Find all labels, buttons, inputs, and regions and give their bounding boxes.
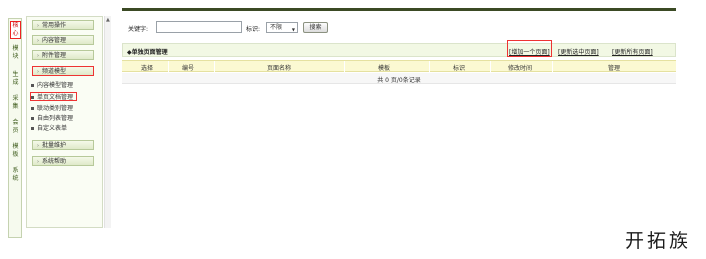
sub-item-label: 自由列表管理 bbox=[37, 115, 74, 122]
sub-item-label: 内容模型管理 bbox=[37, 82, 74, 89]
search-button[interactable]: 搜索 bbox=[303, 22, 328, 33]
top-bar bbox=[0, 0, 706, 13]
sub-item-label: 自定义表单 bbox=[37, 125, 68, 132]
panel-title: ◆单独页面管理 bbox=[127, 49, 168, 56]
watermark-text: 开拓族 bbox=[625, 230, 692, 252]
tab-collect[interactable]: 采集 bbox=[10, 95, 21, 111]
column-header: 页面名称 bbox=[266, 65, 291, 72]
chevron-right-icon: › bbox=[37, 23, 39, 29]
chevron-down-icon: ▼ bbox=[291, 27, 295, 32]
update-all-link[interactable]: [更新所有页面] bbox=[612, 47, 653, 56]
chevron-down-icon: › bbox=[37, 69, 39, 75]
menu-common-ops[interactable]: › 常用操作 bbox=[32, 20, 94, 30]
bullet-icon bbox=[31, 127, 34, 130]
bullet-icon bbox=[31, 96, 34, 99]
attr-select[interactable]: 不限 ▼ bbox=[266, 22, 298, 33]
bullet-icon bbox=[31, 84, 34, 87]
attr-label: 标识: bbox=[246, 26, 261, 33]
table-empty-row: 共 0 页/0条记录 bbox=[122, 73, 676, 84]
chevron-right-icon: › bbox=[37, 143, 39, 149]
update-selected-link[interactable]: [更新选中页面] bbox=[558, 47, 599, 56]
menu-attachment-manage[interactable]: › 附件管理 bbox=[32, 50, 94, 60]
column-header: 标识 bbox=[452, 65, 465, 72]
menu-content-manage[interactable]: › 内容管理 bbox=[32, 35, 94, 45]
sidebar: › 常用操作 › 内容管理 › 附件管理 › 频道模型 内容模型管理 单页文档管理 联动… bbox=[26, 16, 103, 228]
bullet-icon bbox=[31, 107, 34, 110]
sub-item-linkage[interactable]: 联动类别管理 bbox=[31, 104, 73, 113]
tab-modules[interactable]: 模块 bbox=[10, 45, 21, 61]
chevron-right-icon: › bbox=[37, 53, 39, 59]
menu-label: 常用操作 bbox=[42, 22, 67, 29]
chevron-right-icon: › bbox=[37, 159, 39, 165]
column-header: 编号 bbox=[181, 65, 194, 72]
tab-templates[interactable]: 模板 bbox=[10, 143, 21, 159]
menu-label: 批量维护 bbox=[42, 142, 67, 149]
sub-item-content-model[interactable]: 内容模型管理 bbox=[31, 81, 73, 90]
tab-generate[interactable]: 生成 bbox=[10, 71, 21, 87]
keyword-input[interactable] bbox=[156, 21, 242, 33]
scroll-up-icon[interactable]: ▲ bbox=[106, 17, 110, 23]
menu-system-help[interactable]: › 系统帮助 bbox=[32, 156, 94, 166]
menu-label: 频道模型 bbox=[42, 68, 67, 75]
sidebar-scrollbar[interactable] bbox=[104, 16, 111, 228]
menu-batch-maintain[interactable]: › 批量维护 bbox=[32, 140, 94, 150]
sub-item-single-page[interactable]: 单页文档管理 bbox=[30, 92, 78, 101]
highlight-box bbox=[507, 40, 552, 57]
sub-item-label: 单页文档管理 bbox=[37, 94, 74, 101]
bullet-icon bbox=[31, 117, 34, 120]
sub-item-custom-form[interactable]: 自定义表单 bbox=[31, 124, 67, 133]
chevron-right-icon: › bbox=[37, 38, 39, 44]
menu-label: 内容管理 bbox=[42, 37, 67, 44]
column-header: 修改时间 bbox=[507, 65, 532, 72]
empty-records-text: 共 0 页/0条记录 bbox=[377, 77, 421, 84]
tab-members[interactable]: 会员 bbox=[10, 119, 21, 135]
attr-selected-value: 不限 bbox=[270, 24, 283, 31]
menu-label: 附件管理 bbox=[42, 52, 67, 59]
menu-label: 系统帮助 bbox=[42, 158, 67, 165]
column-header: 选择 bbox=[140, 65, 153, 72]
menu-channel-model[interactable]: › 频道模型 bbox=[32, 66, 94, 76]
tab-core[interactable]: 核心 bbox=[10, 21, 21, 39]
vertical-tab-strip: 核心 模块 生成 采集 会员 模板 系统 bbox=[8, 18, 22, 238]
sub-item-label: 联动类别管理 bbox=[37, 105, 74, 112]
keyword-label: 关键字: bbox=[128, 26, 149, 33]
sub-item-free-list[interactable]: 自由列表管理 bbox=[31, 114, 73, 123]
column-header: 管理 bbox=[607, 65, 620, 72]
header-strip bbox=[122, 8, 676, 11]
tab-system[interactable]: 系统 bbox=[10, 167, 21, 183]
table-header: 选择 编号 页面名称 模板 标识 修改时间 管理 bbox=[122, 60, 676, 72]
column-header: 模板 bbox=[377, 65, 390, 72]
